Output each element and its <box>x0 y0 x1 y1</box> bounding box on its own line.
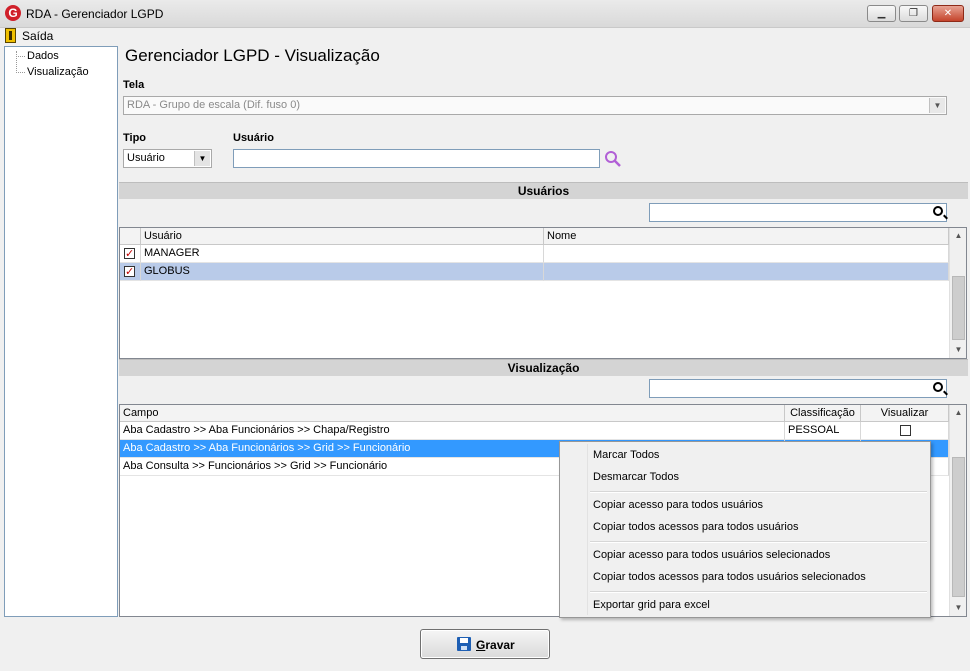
table-row[interactable] <box>120 263 141 281</box>
title-bar: G RDA - Gerenciador LGPD ▁ ❐ ✕ <box>0 0 970 28</box>
users-cell-usuario[interactable]: GLOBUS <box>141 263 544 281</box>
close-button[interactable]: ✕ <box>932 5 964 22</box>
search-icon[interactable] <box>933 206 943 216</box>
users-cell-nome[interactable] <box>544 263 949 281</box>
window-title: RDA - Gerenciador LGPD <box>26 7 164 21</box>
tela-select-value: RDA - Grupo de escala (Dif. fuso 0) <box>127 99 301 111</box>
menu-separator <box>590 591 927 593</box>
scroll-thumb[interactable] <box>952 457 965 597</box>
users-grid-scrollbar[interactable]: ▲ ▼ <box>949 228 966 358</box>
menu-separator <box>590 541 927 543</box>
context-menu-gutter <box>587 444 588 615</box>
context-menu: Marcar Todos Desmarcar Todos Copiar aces… <box>559 441 931 618</box>
users-grid-header-nome[interactable]: Nome <box>544 228 949 245</box>
visual-cell-visualizar[interactable] <box>861 422 949 440</box>
visual-cell-campo[interactable]: Aba Cadastro >> Aba Funcionários >> Chap… <box>120 422 785 440</box>
scroll-up-icon[interactable]: ▲ <box>950 405 967 421</box>
users-grid: Usuário Nome MANAGER GLOBUS ▲ ▼ <box>119 227 967 359</box>
users-search-input[interactable] <box>649 203 947 222</box>
menu-item-copiar-acesso-todos[interactable]: Copiar acesso para todos usuários <box>593 499 763 511</box>
visual-cell-classificacao[interactable]: PESSOAL <box>785 422 861 440</box>
tree-connector <box>16 72 25 73</box>
save-label-rest: ravar <box>485 638 515 652</box>
save-button[interactable]: Gravar <box>420 629 550 659</box>
users-cell-usuario[interactable]: MANAGER <box>141 245 544 263</box>
tipo-select[interactable]: Usuário ▼ <box>123 149 212 168</box>
page-title: Gerenciador LGPD - Visualização <box>125 46 380 65</box>
users-cell-nome[interactable] <box>544 245 949 263</box>
menu-item-exportar-excel[interactable]: Exportar grid para excel <box>593 599 710 611</box>
row-checkbox[interactable] <box>124 264 135 280</box>
tree-item-visualizacao[interactable]: Visualização <box>27 66 89 78</box>
menu-item-copiar-todos-acessos-todos[interactable]: Copiar todos acessos para todos usuários <box>593 521 798 533</box>
menu-item-copiar-acesso-selecionados[interactable]: Copiar acesso para todos usuários seleci… <box>593 549 830 561</box>
tree-connector <box>16 51 17 73</box>
scroll-down-icon[interactable]: ▼ <box>950 600 967 616</box>
chevron-down-icon[interactable]: ▼ <box>194 151 210 166</box>
usuario-input[interactable] <box>233 149 600 168</box>
visual-search-input[interactable] <box>649 379 947 398</box>
search-icon[interactable] <box>604 150 622 168</box>
users-section-header: Usuários <box>119 182 968 199</box>
scroll-up-icon[interactable]: ▲ <box>950 228 967 244</box>
menu-exit[interactable]: Saída <box>22 29 53 43</box>
visual-grid-header-visualizar[interactable]: Visualizar <box>861 405 949 422</box>
scroll-down-icon[interactable]: ▼ <box>950 342 967 358</box>
exit-door-icon[interactable] <box>5 28 16 43</box>
visual-grid-header-campo[interactable]: Campo <box>120 405 785 422</box>
menu-bar: Saída <box>0 28 970 45</box>
menu-item-copiar-todos-acessos-selecionados[interactable]: Copiar todos acessos para todos usuários… <box>593 571 866 583</box>
navigation-tree: Dados Visualização <box>4 46 118 617</box>
app-logo-icon: G <box>5 5 21 21</box>
users-grid-header-usuario[interactable]: Usuário <box>141 228 544 245</box>
search-icon[interactable] <box>933 382 943 392</box>
menu-item-marcar-todos[interactable]: Marcar Todos <box>593 449 659 461</box>
save-accel-key: G <box>476 638 486 652</box>
minimize-button[interactable]: ▁ <box>867 5 896 22</box>
visual-grid-scrollbar[interactable]: ▲ ▼ <box>949 405 966 616</box>
tipo-select-value: Usuário <box>127 152 165 164</box>
visual-section-header: Visualização <box>119 359 968 376</box>
save-button-label: Gravar <box>476 638 515 652</box>
tela-label: Tela <box>123 79 145 91</box>
scroll-thumb[interactable] <box>952 276 965 340</box>
tipo-label: Tipo <box>123 132 147 144</box>
visual-grid-header-classificacao[interactable]: Classificação <box>785 405 861 422</box>
tree-item-dados[interactable]: Dados <box>27 50 59 62</box>
maximize-button[interactable]: ❐ <box>899 5 928 22</box>
visualizar-checkbox[interactable] <box>900 425 911 436</box>
chevron-down-icon[interactable]: ▼ <box>929 98 945 113</box>
row-checkbox[interactable] <box>124 246 135 262</box>
tree-connector <box>16 56 25 57</box>
table-row[interactable] <box>120 245 141 263</box>
tela-select[interactable]: RDA - Grupo de escala (Dif. fuso 0) ▼ <box>123 96 947 115</box>
users-grid-check-header <box>120 228 141 245</box>
menu-item-desmarcar-todos[interactable]: Desmarcar Todos <box>593 471 679 483</box>
usuario-label: Usuário <box>233 132 274 144</box>
menu-separator <box>590 491 927 493</box>
floppy-disk-icon <box>457 637 471 651</box>
